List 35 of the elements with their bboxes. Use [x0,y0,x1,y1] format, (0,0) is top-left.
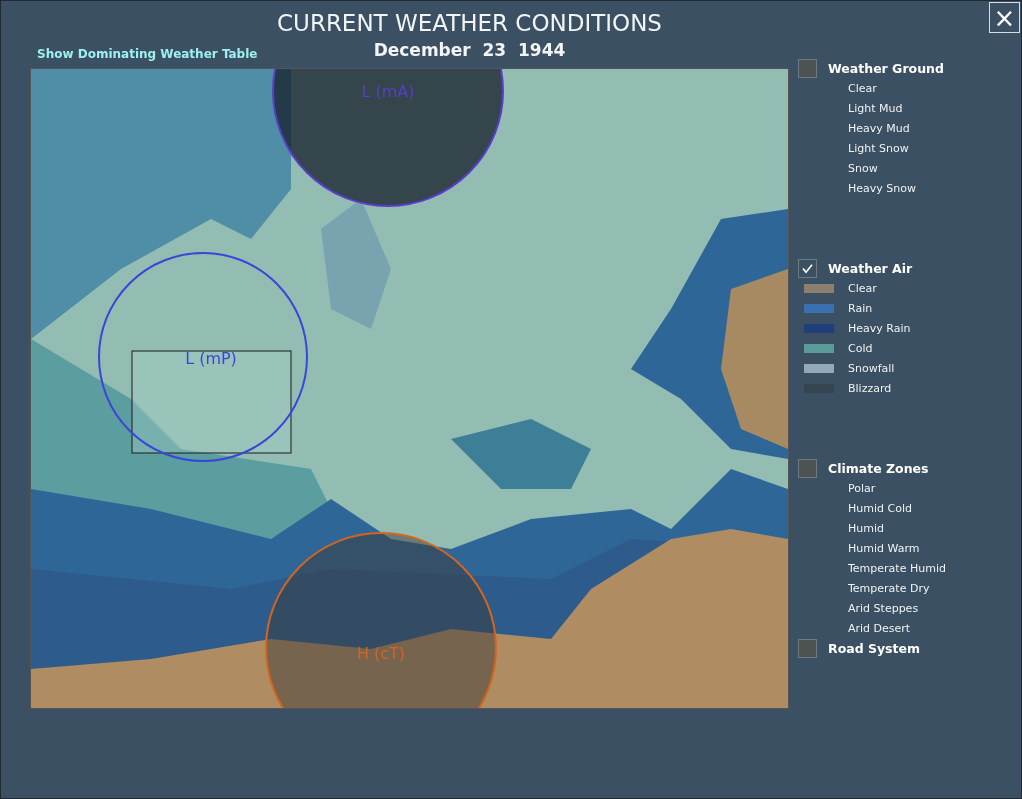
legend-label: Arid Desert [848,621,911,635]
weather-table-link[interactable]: Show Dominating Weather Table [37,47,258,61]
legend-label: Polar [848,481,876,495]
layer-label[interactable]: Weather Ground [828,60,944,76]
legend-label: Blizzard [848,381,892,395]
legend-label: Clear [848,281,877,295]
legend-label: Cold [848,341,873,355]
checkbox[interactable] [798,258,817,278]
legend-label: Arid Steppes [848,601,919,615]
legend-label: Heavy Mud [848,121,910,135]
legend-label: Heavy Snow [848,181,916,195]
legend-label: Clear [848,81,877,95]
date-label: December 23 1944 [373,39,566,62]
legend-label: Snow [848,161,878,175]
checkbox[interactable] [798,58,817,78]
window-title: CURRENT WEATHER CONDITIONS [277,9,662,37]
pressure-label: H (cT) [356,643,406,663]
checkbox[interactable] [798,638,817,658]
layer-label[interactable]: Climate Zones [828,460,929,476]
legend-label: Heavy Rain [848,321,911,335]
legend-label: Humid [848,521,884,535]
close-button[interactable]: × [989,2,1020,33]
legend-label: Snowfall [848,361,895,375]
legend-label: Humid Cold [848,501,912,515]
legend-label: Temperate Dry [848,581,930,595]
layer-label[interactable]: Road System [828,640,921,656]
legend-label: Light Snow [848,141,909,155]
checkbox[interactable] [798,458,817,478]
layer-label[interactable]: Weather Air [828,260,913,276]
pressure-label: L (mP) [185,348,237,368]
legend-label: Temperate Humid [848,561,946,575]
pressure-label: L (mA) [361,81,415,101]
legend-label: Light Mud [848,101,903,115]
legend-label: Humid Warm [848,541,920,555]
legend-label: Rain [848,301,873,315]
